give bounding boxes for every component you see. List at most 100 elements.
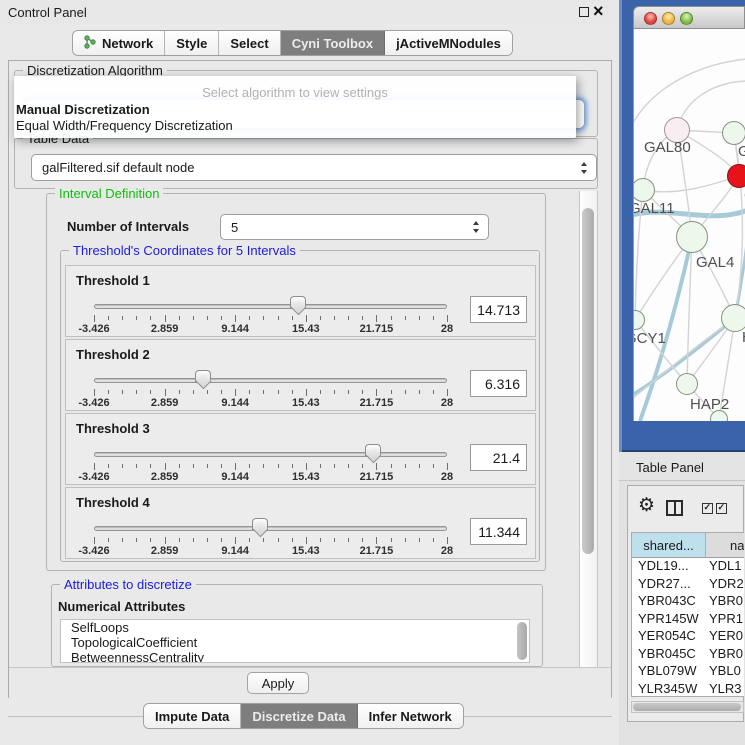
number-of-intervals-combobox[interactable]: 5 [220,214,489,240]
attribute-list-item[interactable]: SelfLoops [61,620,529,635]
table-cell[interactable]: YPR145W [632,611,706,629]
table-horizontal-scrollbar[interactable] [631,701,744,713]
threshold-1-value-field[interactable]: 14.713 [470,296,527,323]
slider-tick [348,464,349,468]
table-row[interactable]: YPR145WYPR1 [632,611,744,629]
content-scrollbar[interactable] [579,191,598,668]
tab-infer-network[interactable]: Infer Network [358,704,463,728]
attribute-list-item[interactable]: BetweennessCentrality [61,650,529,663]
threshold-4-slider[interactable]: -3.4262.8599.14415.4321.71528 [94,526,447,556]
threshold-2-value-field[interactable]: 6.316 [470,370,527,397]
table-row[interactable]: YDL19...YDL1 [632,558,744,576]
table-cell[interactable]: YER054C [632,628,706,646]
slider-track[interactable] [94,526,447,531]
float-window-icon[interactable] [579,7,589,17]
network-canvas[interactable]: GAL80GACGAL11GAL4GCY1HHAP2 [633,29,745,421]
slider-tick-labels: -3.4262.8599.14415.4321.71528 [94,471,447,483]
table-row[interactable]: YBR045CYBR0 [632,646,744,664]
threshold-3-slider[interactable]: -3.4262.8599.14415.4321.71528 [94,452,447,482]
slider-tick [292,316,293,320]
table-row[interactable]: YBL079WYBL0 [632,663,744,681]
tab-network[interactable]: Network [73,31,165,55]
attribute-list-item[interactable]: TopologicalCoefficient [61,635,529,650]
table-row[interactable]: YDR27...YDR2 [632,576,744,594]
table-cell[interactable]: YBR0 [706,593,744,611]
table-data-combobox[interactable]: galFiltered.sif default node [31,154,597,181]
table-row[interactable]: YLR345WYLR3 [632,681,744,698]
columns-icon[interactable] [666,500,683,516]
network-node[interactable] [633,178,655,202]
table-horizontal-scrollbar-thumb[interactable] [633,703,741,711]
tab-cyni-toolbox[interactable]: Cyni Toolbox [281,31,385,55]
table-cell[interactable]: YBR043C [632,593,706,611]
gear-icon[interactable]: ⚙ [638,496,655,515]
network-window: GAL80GACGAL11GAL4GCY1HHAP2 [633,6,745,421]
numerical-attributes-list[interactable]: SelfLoopsTopologicalCoefficientBetweenne… [60,619,530,663]
tab-impute-data[interactable]: Impute Data [144,704,241,728]
tab-discretize-data[interactable]: Discretize Data [241,704,357,728]
minimize-traffic-light-icon[interactable] [662,12,675,25]
table-cell[interactable]: YLR345W [632,681,706,698]
close-icon[interactable]: × [593,1,604,22]
slider-tick [306,537,307,544]
table-cell[interactable]: YBL079W [632,663,706,681]
table-cell[interactable]: YPR1 [706,611,744,629]
slider-tick [348,316,349,320]
network-node[interactable] [633,310,645,330]
slider-tick [122,464,123,468]
slider-tick [193,316,194,320]
tab-jactivemnodules[interactable]: jActiveMNodules [385,31,512,55]
slider-thumb[interactable] [290,296,306,308]
slider-tick-label: 21.715 [360,323,394,335]
threshold-2-slider[interactable]: -3.4262.8599.14415.4321.71528 [94,378,447,408]
tab-discretize-label: Discretize Data [252,709,345,724]
table-cell[interactable]: YDL1 [706,558,744,576]
table-cell[interactable]: YDR2 [706,576,744,594]
node-table[interactable]: shared... na YDL19...YDL1YDR27...YDR2YBR… [631,532,744,697]
table-cell[interactable]: YDR27... [632,576,706,594]
slider-thumb[interactable] [195,370,211,382]
network-node[interactable] [676,221,708,253]
apply-button[interactable]: Apply [247,672,309,694]
table-cell[interactable]: YLR3 [706,681,744,698]
table-cell[interactable]: YBR0 [706,646,744,664]
zoom-traffic-light-icon[interactable] [680,12,693,25]
network-node[interactable] [710,410,728,421]
network-node[interactable] [721,304,745,332]
table-cell[interactable]: YER0 [706,628,744,646]
network-window-titlebar[interactable] [633,6,745,29]
table-row[interactable]: YER054CYER0 [632,628,744,646]
close-traffic-light-icon[interactable] [644,12,657,25]
network-node[interactable] [722,121,745,145]
list-scrollbar-thumb[interactable] [517,622,527,660]
network-node[interactable] [676,373,698,395]
checkbox-icon[interactable] [716,503,727,514]
threshold-3-value-field[interactable]: 21.4 [470,444,527,471]
slider-thumb[interactable] [252,518,268,530]
tab-select[interactable]: Select [219,31,280,55]
slider-tick [193,464,194,468]
table-cell[interactable]: YBL0 [706,663,744,681]
slider-track[interactable] [94,304,447,309]
threshold-1-slider[interactable]: -3.4262.8599.14415.4321.71528 [94,304,447,334]
slider-thumb[interactable] [365,444,381,456]
slider-tick-label: 2.859 [151,397,179,409]
column-header-name[interactable]: na [706,533,744,557]
slider-tick [405,538,406,542]
tab-style[interactable]: Style [165,31,219,55]
content-scrollbar-thumb[interactable] [582,208,594,554]
slider-tick-label: 28 [441,545,453,557]
dropdown-option-equal-width[interactable]: Equal Width/Frequency Discretization [16,118,233,133]
table-row[interactable]: YBR043CYBR0 [632,593,744,611]
slider-tick-label: 15.43 [292,323,320,335]
network-node[interactable] [727,164,745,188]
checkbox-icon[interactable] [702,503,713,514]
dropdown-option-manual[interactable]: Manual Discretization [16,102,150,117]
slider-track[interactable] [94,452,447,457]
slider-track[interactable] [94,378,447,383]
table-cell[interactable]: YDL19... [632,558,706,576]
table-cell[interactable]: YBR045C [632,646,706,664]
threshold-4-value-field[interactable]: 11.344 [470,518,527,545]
column-header-shared-name[interactable]: shared... [632,533,706,557]
slider-tick-labels: -3.4262.8599.14415.4321.71528 [94,323,447,335]
